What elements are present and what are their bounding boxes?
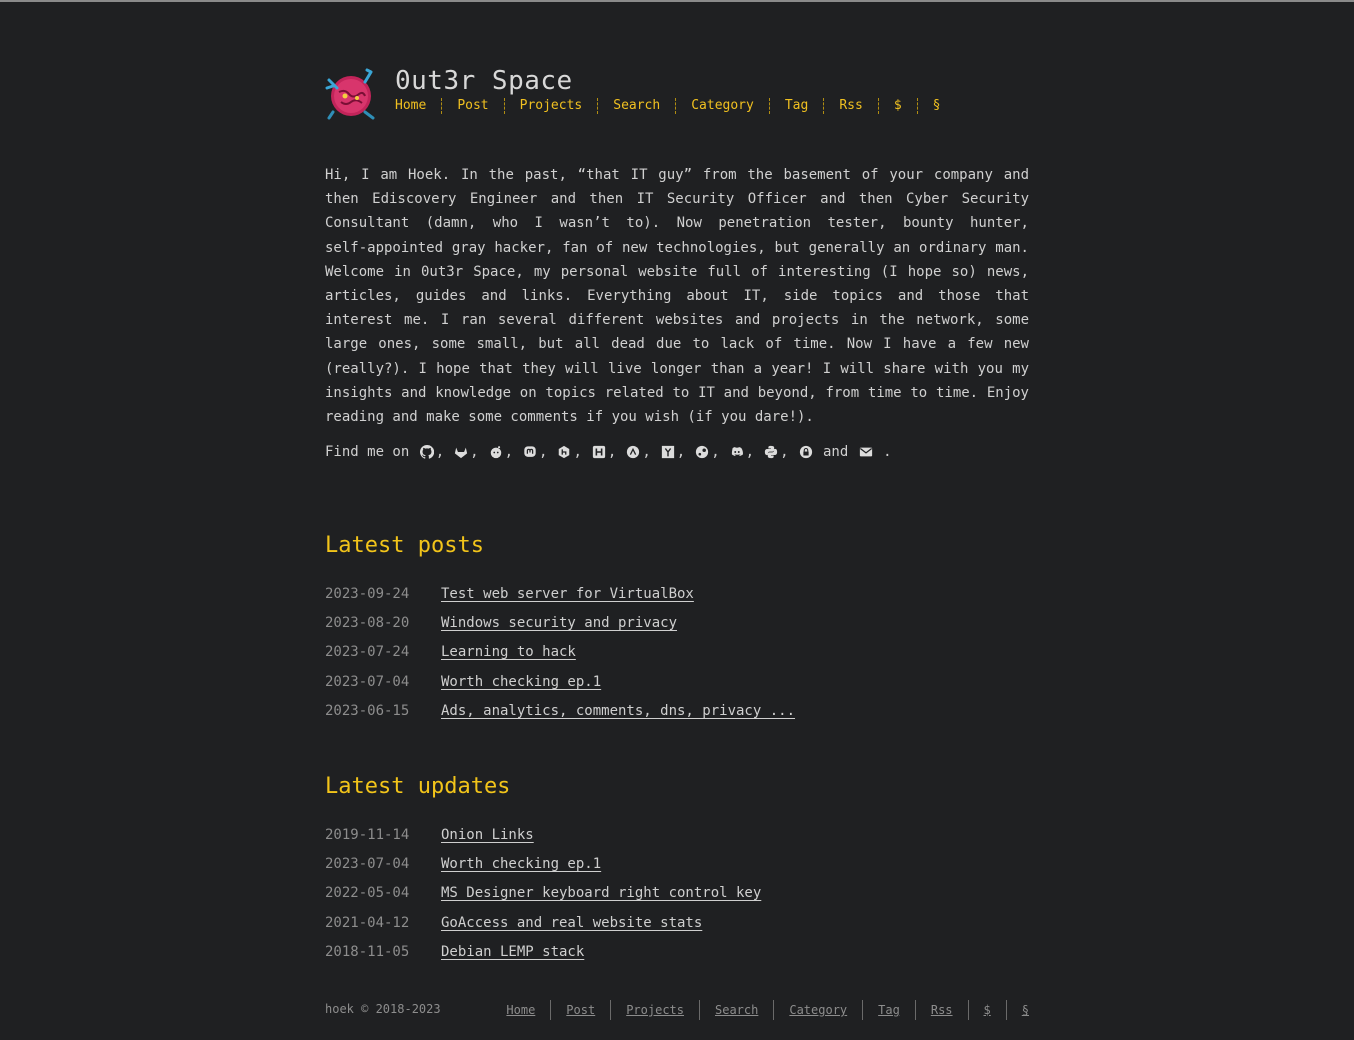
github-icon[interactable] <box>419 444 435 460</box>
steam-icon[interactable] <box>694 444 710 460</box>
list-item: 2023-06-15 Ads, analytics, comments, dns,… <box>325 696 1029 725</box>
nav-home[interactable]: Home <box>395 98 441 114</box>
post-link[interactable]: Debian LEMP stack <box>441 944 584 960</box>
nav-projects[interactable]: Projects <box>503 98 598 114</box>
nav-donate[interactable]: $ <box>877 98 917 114</box>
envelope-icon[interactable] <box>858 444 874 460</box>
footer-nav-tag[interactable]: Tag <box>862 1000 915 1020</box>
discord-icon[interactable] <box>729 444 745 460</box>
post-link[interactable]: GoAccess and real website stats <box>441 915 702 931</box>
and-word: and <box>822 444 849 460</box>
latest-posts-heading: Latest posts <box>325 533 484 558</box>
post-link[interactable]: Ads, analytics, comments, dns, privacy .… <box>441 703 795 719</box>
site-logo[interactable] <box>325 66 377 120</box>
post-date: 2023-08-20 <box>325 614 410 631</box>
footer-nav-section[interactable]: § <box>1005 1000 1029 1020</box>
list-item: 2023-08-20 Windows security and privacy <box>325 608 1029 637</box>
python-icon[interactable] <box>763 444 779 460</box>
find-me-end: . <box>883 444 892 460</box>
nav-tag[interactable]: Tag <box>768 98 823 114</box>
intro-text: Hi, I am Hoek. In the past, “that IT guy… <box>325 167 1029 426</box>
footer-nav-search[interactable]: Search <box>699 1000 773 1020</box>
mastodon-icon[interactable] <box>522 444 538 460</box>
nav-section[interactable]: § <box>916 98 956 114</box>
list-item: 2023-07-04 Worth checking ep.1 <box>325 849 1029 878</box>
post-link[interactable]: Worth checking ep.1 <box>441 856 601 872</box>
hackthebox-icon[interactable] <box>591 444 607 460</box>
post-link[interactable]: Windows security and privacy <box>441 615 677 631</box>
nav-search[interactable]: Search <box>597 98 675 114</box>
nav-rss[interactable]: Rss <box>823 98 877 114</box>
list-item: 2018-11-05 Debian LEMP stack <box>325 937 1029 966</box>
site-title[interactable]: 0ut3r Space <box>395 66 573 96</box>
tryhackme-icon[interactable] <box>625 444 641 460</box>
gitlab-icon[interactable] <box>453 444 469 460</box>
list-item: 2023-07-04 Worth checking ep.1 <box>325 667 1029 696</box>
footer-nav-donate[interactable]: $ <box>967 1000 1006 1020</box>
ycombinator-icon[interactable] <box>660 444 676 460</box>
find-me-line: Find me on , , , , , , , , , , , and . <box>325 444 892 460</box>
list-item: 2019-11-14 Onion Links <box>325 820 1029 849</box>
post-link[interactable]: Onion Links <box>441 827 534 843</box>
post-link[interactable]: Worth checking ep.1 <box>441 674 601 690</box>
site-footer: hoek © 2018-2023 Home Post Projects Sear… <box>325 998 1029 1024</box>
latest-posts-list: 2023-09-24 Test web server for VirtualBox… <box>325 579 1029 725</box>
lock-icon[interactable] <box>798 444 814 460</box>
post-date: 2023-06-15 <box>325 702 410 719</box>
latest-updates-heading: Latest updates <box>325 774 511 799</box>
post-date: 2023-09-24 <box>325 585 410 602</box>
footer-nav-post[interactable]: Post <box>550 1000 610 1020</box>
post-date: 2023-07-04 <box>325 855 410 872</box>
find-me-label: Find me on <box>325 444 410 460</box>
post-date: 2023-07-24 <box>325 644 410 661</box>
footer-nav-rss[interactable]: Rss <box>914 1000 968 1020</box>
list-item: 2021-04-12 GoAccess and real website stat… <box>325 908 1029 937</box>
nav-category[interactable]: Category <box>675 98 769 114</box>
footer-nav-category[interactable]: Category <box>773 1000 862 1020</box>
post-link[interactable]: Test web server for VirtualBox <box>441 586 694 602</box>
latest-updates-list: 2019-11-14 Onion Links 2023-07-04 Worth che… <box>325 820 1029 966</box>
footer-nav-home[interactable]: Home <box>491 1000 550 1020</box>
footer-nav: Home Post Projects Search Category Tag R… <box>491 1000 1029 1020</box>
reddit-icon[interactable] <box>488 444 504 460</box>
post-date: 2021-04-12 <box>325 914 410 931</box>
hackerone-icon[interactable] <box>556 444 572 460</box>
post-link[interactable]: MS Designer keyboard right control key <box>441 885 761 901</box>
list-item: 2023-09-24 Test web server for VirtualBox <box>325 579 1029 608</box>
copyright-text: hoek © 2018-2023 <box>325 1002 441 1016</box>
post-date: 2023-07-04 <box>325 673 410 690</box>
site-header: 0ut3r Space Home Post Projects Search Ca… <box>325 64 1029 124</box>
main-nav: Home Post Projects Search Category Tag R… <box>395 98 955 114</box>
nav-post[interactable]: Post <box>441 98 503 114</box>
post-date: 2022-05-04 <box>325 885 410 902</box>
post-link[interactable]: Learning to hack <box>441 644 576 660</box>
post-date: 2018-11-05 <box>325 943 410 960</box>
footer-nav-projects[interactable]: Projects <box>610 1000 699 1020</box>
list-item: 2022-05-04 MS Designer keyboard right con… <box>325 879 1029 908</box>
list-item: 2023-07-24 Learning to hack <box>325 638 1029 667</box>
post-date: 2019-11-14 <box>325 826 410 843</box>
